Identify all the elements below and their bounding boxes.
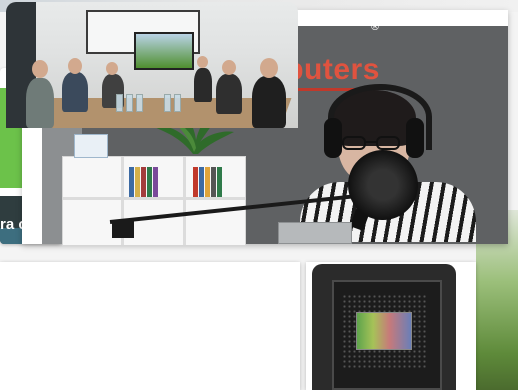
attendee xyxy=(216,74,242,114)
attendee xyxy=(194,68,212,102)
presentation-screen xyxy=(134,32,194,70)
headphone-left-cup xyxy=(324,118,342,158)
attendee-head xyxy=(68,58,82,74)
meeting-photo-card xyxy=(0,262,300,390)
logo-registered-mark: ® xyxy=(370,22,380,33)
attendee-head xyxy=(222,60,236,75)
glasses-icon xyxy=(342,136,400,150)
laptop xyxy=(278,222,352,244)
attendee xyxy=(252,76,286,128)
attendee xyxy=(62,72,88,112)
microphone-pop-filter xyxy=(348,150,418,220)
shelf-sign xyxy=(74,134,108,158)
attendee-head xyxy=(106,62,118,75)
attendee-head xyxy=(260,58,278,78)
water-bottle xyxy=(164,94,171,112)
meeting-room-photo xyxy=(6,2,298,128)
logo-text-puters: puters xyxy=(285,53,380,86)
headphone-right-cup xyxy=(406,118,424,158)
bookshelf xyxy=(62,156,246,246)
attendee-head xyxy=(197,56,208,68)
processor-chip-photo xyxy=(312,264,456,390)
water-bottle xyxy=(174,94,181,112)
water-bottle xyxy=(126,94,133,112)
water-bottle xyxy=(136,94,143,112)
boom-clamp xyxy=(112,220,134,238)
attendee-head xyxy=(32,60,48,78)
water-bottle xyxy=(116,94,123,112)
chip-die xyxy=(356,312,412,350)
attendee xyxy=(26,78,54,128)
